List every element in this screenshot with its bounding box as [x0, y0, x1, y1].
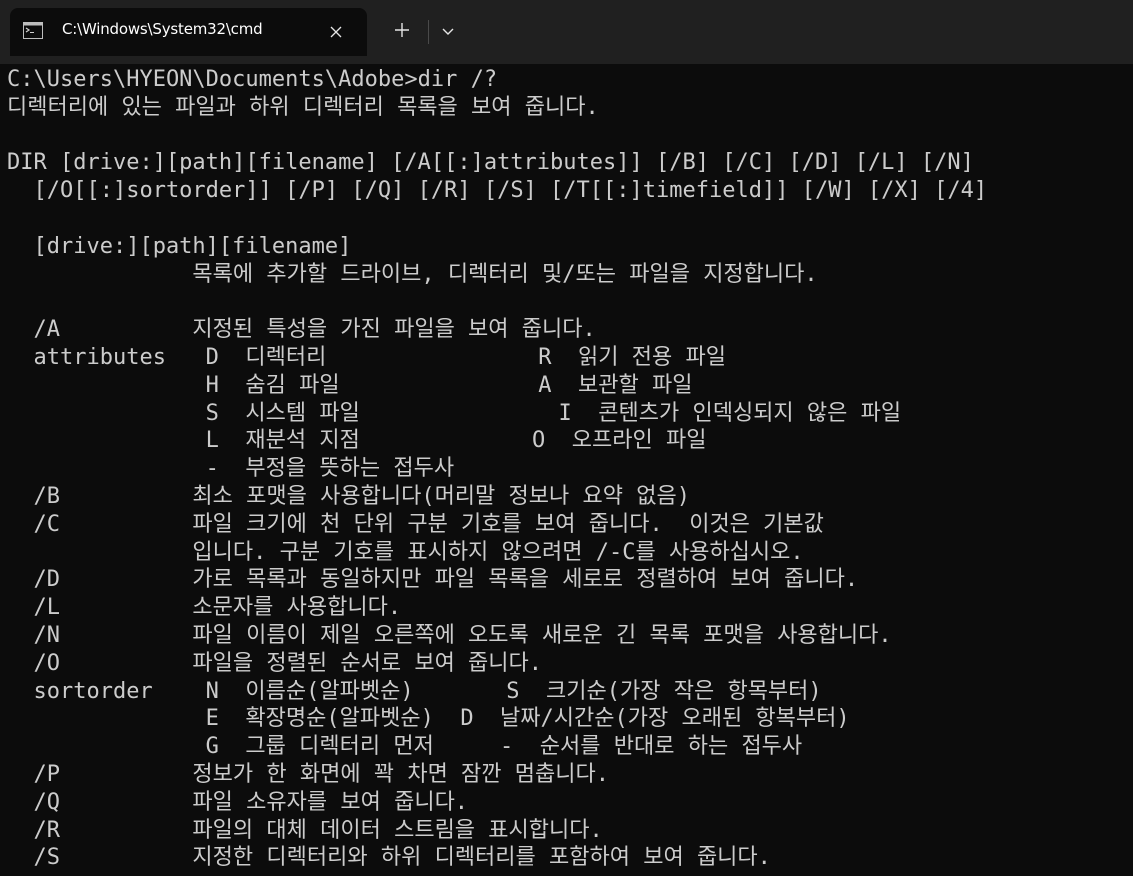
terminal-line: H 숨김 파일 A 보관할 파일 [7, 372, 693, 398]
terminal-line: /P 정보가 한 화면에 꽉 차면 잠깐 멈춥니다. [7, 761, 609, 787]
terminal-output[interactable]: C:\Users\HYEON\Documents\Adobe>dir /? 디렉… [7, 66, 1133, 876]
terminal-line: [drive:][path][filename] [7, 233, 352, 259]
terminal-line: - 부정을 뜻하는 접두사 [7, 456, 455, 482]
tab-cmd[interactable]: C:\Windows\System32\cmd [10, 8, 367, 56]
tab-strip: C:\Windows\System32\cmd [0, 0, 1133, 64]
close-icon[interactable] [324, 20, 348, 44]
terminal-line: sortorder N 이름순(알파벳순) S 크기순(가장 작은 항목부터) [7, 678, 822, 704]
terminal-line: /R 파일의 대체 데이터 스트림을 표시합니다. [7, 817, 603, 843]
terminal-line: C:\Users\HYEON\Documents\Adobe>dir /? [7, 67, 498, 92]
new-tab-button[interactable] [384, 14, 420, 50]
terminal-line: /D 가로 목록과 동일하지만 파일 목록을 세로로 정렬하여 보여 줍니다. [7, 567, 859, 593]
terminal-line: /C 파일 크기에 천 단위 구분 기호를 보여 줍니다. 이것은 기본값 [7, 511, 824, 537]
terminal-line: E 확장명순(알파벳순) D 날짜/시간순(가장 오래된 항복부터) [7, 706, 850, 732]
terminal-line: 디렉터리에 있는 파일과 하위 디렉터리 목록을 보여 줍니다. [7, 94, 599, 120]
terminal-line: DIR [drive:][path][filename] [/A[[:]attr… [7, 150, 974, 176]
plus-icon [394, 22, 410, 43]
terminal-line: /O 파일을 정렬된 순서로 보여 줍니다. [7, 650, 543, 676]
terminal-line: /A 지정된 특성을 가진 파일을 보여 줍니다. [7, 317, 596, 343]
terminal-line: L 재분석 지점 O 오프라인 파일 [7, 428, 707, 454]
terminal-line: /Q 파일 소유자를 보여 줍니다. [7, 789, 469, 815]
terminal-line: /N 파일 이름이 제일 오른쪽에 오도록 새로운 긴 목록 포맷을 사용합니다… [7, 622, 892, 648]
chevron-down-icon [441, 23, 455, 41]
tab-separator [428, 20, 429, 44]
terminal-line: G 그룹 디렉터리 먼저 - 순서를 반대로 하는 접두사 [7, 734, 803, 760]
terminal-line: 목록에 추가할 드라이브, 디렉터리 및/또는 파일을 지정합니다. [7, 261, 818, 287]
tab-title: C:\Windows\System32\cmd [62, 20, 263, 38]
terminal-line: 입니다. 구분 기호를 표시하지 않으려면 /-C를 사용하십시오. [7, 539, 804, 565]
cmd-terminal-icon [23, 22, 43, 39]
terminal-line: S 시스템 파일 I 콘텐츠가 인덱싱되지 않은 파일 [7, 400, 902, 426]
tab-dropdown-button[interactable] [432, 14, 464, 50]
terminal-window: C:\Windows\System32\cmd C:\Users\HYEON\D… [0, 0, 1133, 876]
terminal-line: [/O[[:]sortorder]] [/P] [/Q] [/R] [/S] [… [7, 178, 988, 204]
terminal-line: /B 최소 포맷을 사용합니다(머리말 정보나 요약 없음) [7, 483, 690, 509]
terminal-line: /S 지정한 디렉터리와 하위 디렉터리를 포함하여 보여 줍니다. [7, 845, 771, 871]
terminal-line: /L 소문자를 사용합니다. [7, 595, 402, 621]
terminal-line: attributes D 디렉터리 R 읽기 전용 파일 [7, 344, 726, 370]
